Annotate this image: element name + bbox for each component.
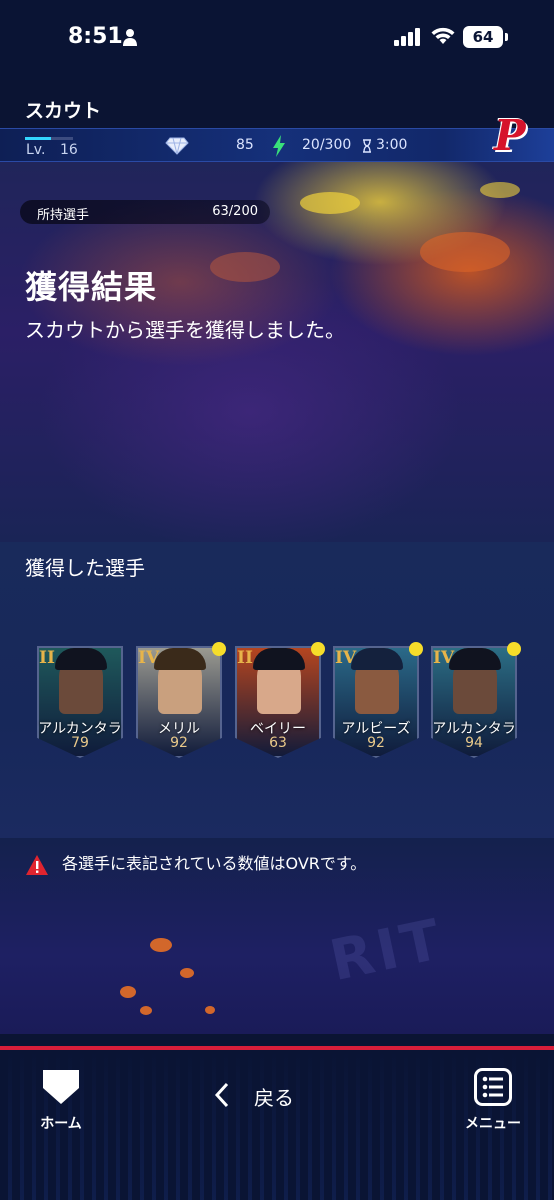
paint-splash — [150, 938, 172, 952]
acquired-heading: 獲得した選手 — [25, 556, 145, 580]
card-rank: II — [39, 648, 55, 668]
paint-speck — [420, 232, 510, 272]
person-icon — [123, 29, 137, 46]
player-card[interactable]: II ベイリー 63 — [235, 642, 325, 758]
back-label: 戻る — [254, 1086, 294, 1110]
ovr-notice-text: 各選手に表記されている数値はOVRです。 — [62, 854, 367, 873]
new-badge-dot — [311, 642, 325, 656]
team-logo[interactable]: P — [494, 111, 526, 160]
player-ovr: 79 — [71, 735, 89, 751]
card-rank: II — [237, 648, 253, 668]
home-plate-icon — [43, 1070, 79, 1104]
result-title: 獲得結果 — [25, 268, 158, 306]
player-card[interactable]: II アルカンタラ 79 — [37, 646, 123, 758]
new-badge-dot — [409, 642, 423, 656]
paint-splash — [205, 1006, 215, 1014]
player-ovr: 63 — [269, 735, 287, 751]
menu-button[interactable]: メニュー — [456, 1068, 530, 1138]
owned-players-label: 所持選手 — [37, 208, 90, 223]
stamina-count: 20/300 — [302, 137, 352, 153]
player-ovr: 92 — [170, 735, 188, 751]
card-rank: IV — [138, 648, 160, 668]
diamond-count: 85 — [236, 137, 254, 153]
level-label: Lv. — [26, 142, 46, 158]
notice-band: 各選手に表記されている数値はOVRです。 RIT — [0, 838, 554, 1034]
home-button[interactable]: ホーム — [30, 1068, 92, 1138]
menu-label: メニュー — [465, 1116, 521, 1132]
new-badge-dot — [507, 642, 521, 656]
player-card[interactable]: IV アルビーズ 92 — [333, 642, 423, 758]
player-cap — [253, 648, 305, 670]
stamina-timer: 3:00 — [376, 137, 408, 153]
paint-splash — [140, 1006, 152, 1015]
menu-list-icon — [474, 1068, 512, 1106]
chevron-left-icon — [214, 1082, 229, 1108]
back-button[interactable]: 戻る — [214, 1078, 314, 1112]
background-watermark: RIT — [324, 906, 450, 995]
paint-speck — [480, 182, 520, 198]
diamond-icon — [165, 137, 189, 155]
battery-icon: 64 — [463, 26, 508, 48]
wifi-icon — [431, 27, 455, 44]
owned-players-pill: 所持選手 63/200 — [20, 200, 270, 224]
player-ovr: 92 — [367, 735, 385, 751]
player-cap — [449, 648, 501, 670]
hourglass-icon — [363, 139, 371, 153]
resource-bar: Lv. 16 85 20/300 3:00 P — [0, 111, 554, 162]
card-rank: IV — [433, 648, 455, 668]
signal-icon — [394, 28, 420, 46]
status-bar: 8:51 64 — [0, 0, 554, 80]
player-ovr: 94 — [465, 735, 483, 751]
bottom-nav: ホーム 戻る メニュー — [0, 1050, 554, 1200]
bolt-icon — [273, 135, 285, 157]
player-card[interactable]: IV メリル 92 — [136, 642, 226, 758]
result-subtitle: スカウトから選手を獲得しました。 — [25, 318, 345, 342]
status-time: 8:51 — [68, 24, 123, 49]
warning-icon — [26, 855, 48, 875]
player-cap — [55, 648, 107, 670]
paint-splash — [120, 986, 136, 998]
owned-players-count: 63/200 — [212, 204, 258, 219]
home-label: ホーム — [40, 1116, 82, 1132]
level-value: 16 — [60, 142, 78, 158]
paint-speck — [300, 192, 360, 214]
new-badge-dot — [212, 642, 226, 656]
level-gauge-fill — [25, 137, 52, 140]
card-rank: IV — [335, 648, 357, 668]
player-cap — [351, 648, 403, 670]
paint-splash — [180, 968, 194, 978]
level-gauge — [25, 137, 73, 140]
player-card[interactable]: IV アルカンタラ 94 — [431, 642, 521, 758]
scout-result-hero: 所持選手 63/200 獲得結果 スカウトから選手を獲得しました。 — [0, 162, 554, 542]
acquired-players-section: 獲得した選手 II アルカンタラ 79 IV メリル 92 II ベイリー 63… — [0, 542, 554, 838]
level-indicator: Lv. 16 — [0, 129, 132, 161]
paint-speck — [210, 252, 280, 282]
player-cap — [154, 648, 206, 670]
page-title: スカウト — [25, 100, 102, 122]
